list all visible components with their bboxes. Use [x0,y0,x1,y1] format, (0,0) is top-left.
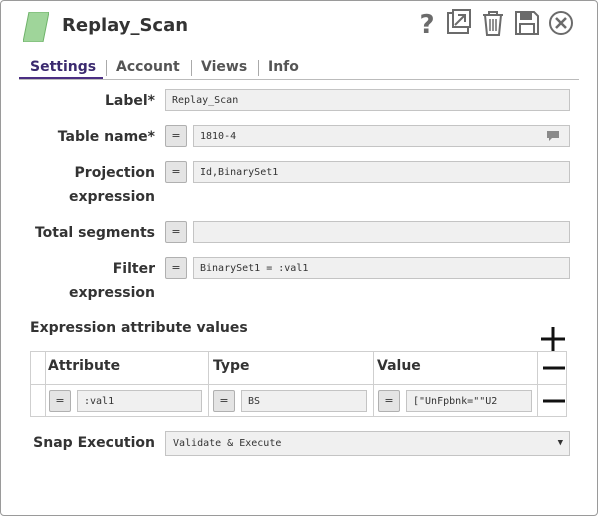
expression-attribute-table: Attribute Type Value = :val1 = BS = ["Un… [30,351,567,417]
svg-text:?: ? [419,10,434,37]
filter-expression-toggle[interactable]: = [165,257,187,279]
filter-expression-label-line1: Filter [112,261,155,277]
filter-expression-input[interactable]: BinarySet1 = :val1 [193,257,570,279]
column-header-value: Value [377,358,421,374]
tab-divider [191,60,192,76]
chevron-down-icon: ▼ [557,438,563,448]
dialog-title: Replay_Scan [62,15,189,36]
total-segments-label: Total segments [34,225,155,241]
filter-expression-label-line2: expression [69,285,155,301]
column-header-type: Type [213,358,250,374]
tab-bar: Settings Account Views Info [19,57,579,80]
snap-settings-dialog: Replay_Scan ? Settings Account Views Inf… [0,0,598,516]
tab-views[interactable]: Views [201,59,247,75]
save-icon[interactable] [513,9,541,37]
expression-attribute-values-title: Expression attribute values [30,320,248,336]
type-input[interactable]: BS [241,390,367,412]
snap-execution-value: Validate & Execute [173,438,282,449]
tab-divider [258,60,259,76]
attribute-input[interactable]: :val1 [77,390,202,412]
delete-icon[interactable] [479,9,507,37]
projection-expression-label-line1: Projection [74,165,155,181]
remove-all-rows-icon[interactable] [543,363,565,373]
total-segments-input[interactable] [193,221,570,243]
table-row: = :val1 = BS = ["UnFpbnk=""U2 [31,385,566,416]
tab-divider [106,60,107,76]
snap-execution-label: Snap Execution [33,435,155,451]
table-name-value: 1810-4 [200,131,237,142]
projection-expression-toggle[interactable]: = [165,161,187,183]
export-icon[interactable] [445,9,473,37]
add-row-icon[interactable] [540,326,566,352]
snap-execution-select[interactable]: Validate & Execute ▼ [165,431,570,456]
label-input[interactable]: Replay_Scan [165,89,570,111]
table-name-input[interactable]: 1810-4 [193,125,570,147]
value-input[interactable]: ["UnFpbnk=""U2 [406,390,532,412]
attribute-expression-toggle[interactable]: = [49,390,71,412]
projection-expression-label-line2: expression [69,189,155,205]
type-expression-toggle[interactable]: = [213,390,235,412]
tab-settings[interactable]: Settings [30,59,96,75]
help-icon[interactable]: ? [413,9,441,37]
tab-info[interactable]: Info [268,59,299,75]
table-name-expression-toggle[interactable]: = [165,125,187,147]
suggest-bubble-icon[interactable] [546,130,560,142]
remove-row-icon[interactable] [543,396,565,406]
label-field-label: Label* [104,93,155,109]
table-name-label: Table name* [57,129,155,145]
tab-account[interactable]: Account [116,59,180,75]
total-segments-expression-toggle[interactable]: = [165,221,187,243]
value-expression-toggle[interactable]: = [378,390,400,412]
column-header-attribute: Attribute [48,358,121,374]
projection-expression-input[interactable]: Id,BinarySet1 [193,161,570,183]
snap-icon [23,12,49,42]
close-icon[interactable] [547,9,575,37]
active-tab-indicator [19,77,103,79]
